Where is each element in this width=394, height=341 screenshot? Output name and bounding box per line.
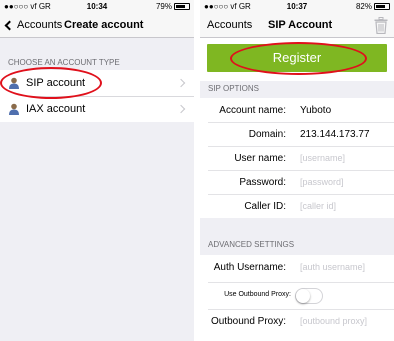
accounts-button[interactable]: Accounts xyxy=(207,19,252,31)
field-password[interactable]: Password: [password] xyxy=(200,170,394,194)
back-button-label: Accounts xyxy=(17,19,63,31)
navigation-bar: Accounts SIP Account xyxy=(200,14,394,38)
domain-value[interactable]: 213.144.173.77 xyxy=(300,129,370,140)
field-account-name[interactable]: Account name: Yuboto xyxy=(200,98,394,122)
list-item-sip-account[interactable]: SIP account xyxy=(0,70,194,96)
create-account-screen: ●●○○○ vf GR 10:34 79% Accounts Create ac… xyxy=(0,0,194,341)
advanced-settings-form: Auth Username: [auth username] Use Outbo… xyxy=(200,255,394,341)
field-outbound-proxy[interactable]: Outbound Proxy: [outbound proxy] xyxy=(200,309,394,336)
page-title: Create account xyxy=(64,19,144,31)
list-item-iax-account[interactable]: IAX account xyxy=(0,96,194,122)
sip-account-screen: ●●○○○ vf GR 10:37 82% Accounts SIP Accou… xyxy=(200,0,394,341)
status-bar: ●●○○○ vf GR 10:34 79% xyxy=(0,0,194,14)
chevron-right-icon xyxy=(176,104,186,114)
auth-username-input[interactable]: [auth username] xyxy=(300,262,365,272)
field-caller-id[interactable]: Caller ID: [caller id] xyxy=(200,194,394,218)
account-type-list: SIP account IAX account xyxy=(0,70,194,122)
chevron-left-icon xyxy=(4,20,15,30)
section-header-advanced-settings: ADVANCED SETTINGS xyxy=(208,240,295,249)
password-input[interactable]: [password] xyxy=(300,177,344,187)
field-user-name[interactable]: User name: [username] xyxy=(200,146,394,170)
field-label: Password: xyxy=(239,177,286,188)
field-label: Use Outbound Proxy: xyxy=(224,291,291,298)
navigation-bar: Accounts Create account xyxy=(0,14,194,38)
username-input[interactable]: [username] xyxy=(300,153,345,163)
field-label: Account name: xyxy=(219,105,286,116)
status-bar: ●●○○○ vf GR 10:37 82% xyxy=(200,0,394,14)
field-domain[interactable]: Domain: 213.144.173.77 xyxy=(200,122,394,146)
user-icon xyxy=(9,77,19,89)
section-header-account-type: CHOOSE AN ACCOUNT TYPE xyxy=(8,58,120,67)
toggle-knob xyxy=(296,289,310,303)
back-button[interactable]: Accounts xyxy=(4,19,62,31)
field-label: Domain: xyxy=(248,129,286,140)
field-label: Auth Username: xyxy=(213,262,286,273)
field-label: Caller ID: xyxy=(244,201,286,212)
outbound-proxy-toggle[interactable] xyxy=(295,288,323,304)
field-use-outbound-proxy[interactable]: Use Outbound Proxy: xyxy=(200,282,394,309)
battery-indicator: 79% xyxy=(156,2,190,11)
chevron-right-icon xyxy=(176,78,186,88)
user-icon xyxy=(9,103,19,115)
battery-fill xyxy=(376,5,386,8)
trash-icon[interactable] xyxy=(374,17,388,34)
field-label: Outbound Proxy: xyxy=(210,316,286,327)
battery-percent: 79% xyxy=(155,2,172,11)
battery-indicator: 82% xyxy=(356,2,390,11)
battery-icon xyxy=(374,3,390,10)
section-header-sip-options: SIP OPTIONS xyxy=(208,84,259,93)
outbound-proxy-input[interactable]: [outbound proxy] xyxy=(300,316,367,326)
battery-percent: 82% xyxy=(355,2,372,11)
register-button[interactable]: Register xyxy=(207,44,387,72)
caller-id-input[interactable]: [caller id] xyxy=(300,201,336,211)
sip-options-form: Account name: Yuboto Domain: 213.144.173… xyxy=(200,98,394,218)
list-item-label: IAX account xyxy=(26,103,86,115)
field-auth-username[interactable]: Auth Username: [auth username] xyxy=(200,255,394,282)
list-item-label: SIP account xyxy=(26,77,86,89)
battery-fill xyxy=(176,5,186,8)
field-label: User name: xyxy=(234,153,286,164)
page-title: SIP Account xyxy=(268,19,333,31)
account-name-value[interactable]: Yuboto xyxy=(300,105,331,116)
battery-icon xyxy=(174,3,190,10)
register-section: Register xyxy=(200,38,394,81)
